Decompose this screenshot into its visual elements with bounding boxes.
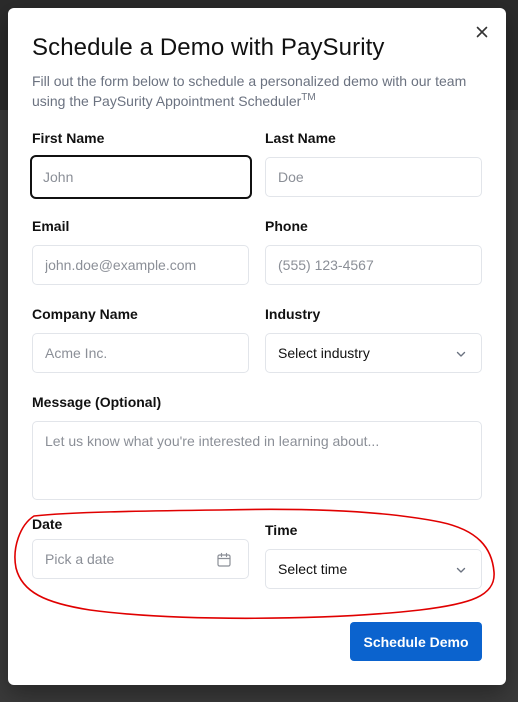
company-name-input[interactable] xyxy=(32,333,249,373)
time-label: Time xyxy=(265,522,298,538)
dialog-subtitle-text: Fill out the form below to schedule a pe… xyxy=(32,73,467,109)
date-label: Date xyxy=(32,516,63,532)
schedule-demo-dialog: Schedule a Demo with PaySurity Fill out … xyxy=(8,8,506,685)
last-name-label: Last Name xyxy=(265,130,336,146)
first-name-label: First Name xyxy=(32,130,105,146)
trademark-mark: TM xyxy=(301,92,316,103)
industry-select[interactable]: Select industry xyxy=(265,333,482,373)
date-picker[interactable]: Pick a date xyxy=(32,539,249,579)
schedule-demo-button[interactable]: Schedule Demo xyxy=(350,622,482,661)
message-label: Message (Optional) xyxy=(32,394,162,410)
phone-input[interactable] xyxy=(265,245,482,285)
first-name-input[interactable] xyxy=(30,155,252,199)
industry-select-value: Select industry xyxy=(278,345,370,361)
industry-label: Industry xyxy=(265,306,321,322)
dialog-title: Schedule a Demo with PaySurity xyxy=(32,34,385,61)
last-name-input[interactable] xyxy=(265,157,482,197)
date-picker-placeholder: Pick a date xyxy=(45,551,115,567)
message-textarea[interactable] xyxy=(32,421,482,500)
dialog-subtitle: Fill out the form below to schedule a pe… xyxy=(32,71,482,111)
close-button[interactable] xyxy=(474,24,490,40)
close-icon xyxy=(476,26,488,38)
email-input[interactable] xyxy=(32,245,249,285)
company-name-label: Company Name xyxy=(32,306,138,322)
phone-label: Phone xyxy=(265,218,308,234)
chevron-down-icon xyxy=(456,567,466,573)
time-select[interactable]: Select time xyxy=(265,549,482,589)
calendar-icon xyxy=(217,552,231,567)
email-label: Email xyxy=(32,218,70,234)
time-select-value: Select time xyxy=(278,561,348,577)
chevron-down-icon xyxy=(456,351,466,357)
